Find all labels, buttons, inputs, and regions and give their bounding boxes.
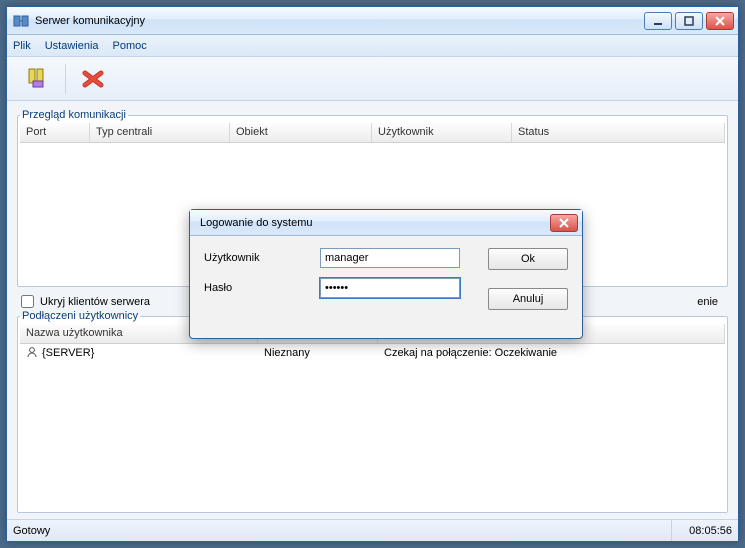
hide-clients-label: Ukryj klientów serwera — [40, 296, 150, 308]
password-input[interactable] — [320, 278, 460, 298]
menu-file[interactable]: Plik — [13, 40, 31, 52]
user-label: Użytkownik — [204, 252, 314, 264]
row-username: {SERVER} — [42, 347, 94, 359]
window-title: Serwer komunikacyjny — [35, 15, 644, 27]
app-icon — [13, 13, 29, 29]
pass-label: Hasło — [204, 282, 314, 294]
row-status: Czekaj na połączenie: Oczekiwanie — [378, 345, 725, 361]
toolbar — [7, 57, 738, 101]
toolbar-separator — [65, 64, 66, 94]
col-port[interactable]: Port — [20, 123, 90, 142]
col-status[interactable]: Status — [512, 123, 725, 142]
cancel-button[interactable]: Anuluj — [488, 288, 568, 310]
menu-settings[interactable]: Ustawienia — [45, 40, 99, 52]
dialog-titlebar[interactable]: Logowanie do systemu — [190, 210, 582, 236]
group-users-legend: Podłączeni użytkownicy — [20, 310, 140, 322]
list-item[interactable]: {SERVER} Nieznany Czekaj na połączenie: … — [20, 344, 725, 362]
users-list-body[interactable]: {SERVER} Nieznany Czekaj na połączenie: … — [20, 344, 725, 508]
menu-help[interactable]: Pomoc — [113, 40, 147, 52]
window-buttons — [644, 12, 734, 30]
group-connected-users: Podłączeni użytkownicy Nazwa użytkownika… — [17, 310, 728, 513]
login-dialog: Logowanie do systemu Użytkownik Hasło Ok… — [189, 209, 583, 339]
tool-delete-button[interactable] — [76, 62, 110, 96]
username-input[interactable] — [320, 248, 460, 268]
hide-clients-checkbox[interactable] — [21, 295, 34, 308]
maximize-button[interactable] — [675, 12, 703, 30]
partial-obscured-text: enie — [697, 296, 724, 308]
comm-list-header: Port Typ centrali Obiekt Użytkownik Stat… — [20, 123, 725, 143]
close-button[interactable] — [706, 12, 734, 30]
dialog-close-button[interactable] — [550, 214, 578, 232]
titlebar[interactable]: Serwer komunikacyjny — [7, 7, 738, 35]
group-comm-legend: Przegląd komunikacji — [20, 109, 128, 121]
col-type[interactable]: Typ centrali — [90, 123, 230, 142]
col-object[interactable]: Obiekt — [230, 123, 372, 142]
minimize-button[interactable] — [644, 12, 672, 30]
statusbar: Gotowy 08:05:56 — [7, 519, 738, 541]
user-icon — [26, 346, 38, 361]
dialog-body: Użytkownik Hasło Ok Anuluj — [190, 236, 582, 338]
tool-config-button[interactable] — [21, 62, 55, 96]
status-text: Gotowy — [7, 520, 672, 541]
dialog-title: Logowanie do systemu — [196, 217, 550, 229]
menubar: Plik Ustawienia Pomoc — [7, 35, 738, 57]
status-time: 08:05:56 — [672, 520, 738, 541]
ok-button[interactable]: Ok — [488, 248, 568, 270]
row-object: Nieznany — [258, 345, 378, 361]
col-user[interactable]: Użytkownik — [372, 123, 512, 142]
